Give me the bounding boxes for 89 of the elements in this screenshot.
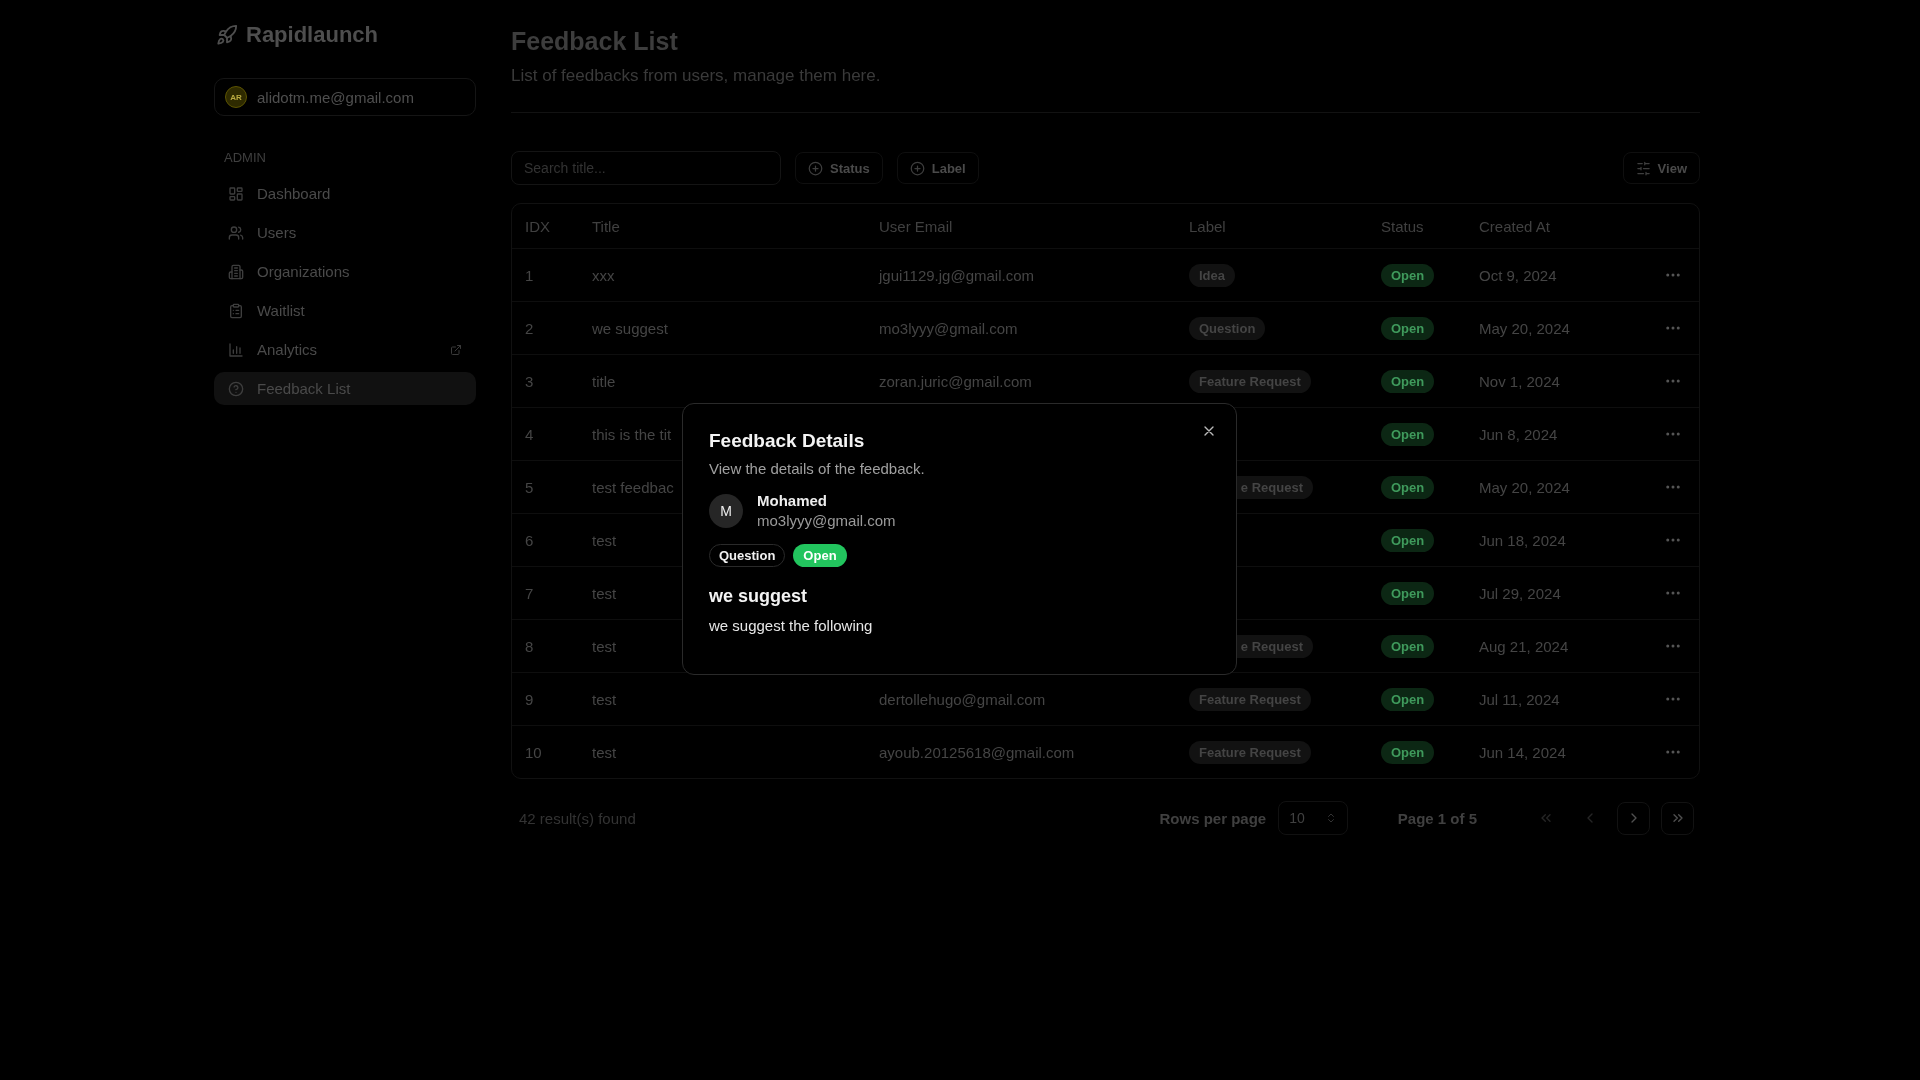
status-badge: Open — [1381, 369, 1435, 393]
table-cell-text: Jun 14, 2024 — [1478, 743, 1567, 761]
table-cell: xxx — [592, 266, 615, 284]
table-cell: jgui1129.jg@gmail.com — [879, 266, 1035, 284]
table-cell-text: 7 — [524, 584, 535, 602]
dialog-title: Feedback Details — [709, 430, 866, 452]
nav-item[interactable]: Organizations — [214, 255, 476, 288]
table-cell-text: Aug 21, 2024 — [1478, 637, 1570, 655]
sliders-icon — [1635, 160, 1651, 176]
status-badge: Open — [1381, 422, 1435, 446]
filter-button[interactable]: Label — [896, 152, 979, 184]
status-badge: Open — [1381, 740, 1435, 764]
table-cell-text: Jul 11, 2024 — [1478, 690, 1561, 708]
table-cell: title — [592, 372, 616, 390]
nav-item[interactable]: Users — [214, 216, 476, 249]
table-cell-text: 3 — [524, 372, 535, 390]
table-cell: test feedbac — [592, 478, 674, 496]
page-subtitle: List of feedbacks from users, manage them here. — [511, 66, 882, 86]
status-badge: Open — [793, 544, 847, 567]
table-cell: test — [592, 637, 617, 655]
last-page-button[interactable] — [1661, 801, 1694, 835]
dialog-description: View the details of the feedback. — [709, 460, 926, 477]
status-badge: Open — [1381, 528, 1435, 552]
table-cell-text: May 20, 2024 — [1478, 319, 1571, 337]
table-cell: zoran.juric@gmail.com — [879, 372, 1032, 390]
section-label: ADMIN — [223, 150, 267, 165]
nav-item[interactable]: Analytics — [214, 333, 476, 366]
column-header[interactable]: Title — [579, 217, 866, 235]
table-cell: mo3lyyy@gmail.com — [879, 319, 1018, 337]
table-cell-text: 2 — [524, 319, 535, 337]
column-header[interactable]: IDX — [512, 217, 579, 235]
table-cell: test — [592, 743, 617, 761]
column-header[interactable]: Label — [1176, 217, 1368, 235]
building-icon — [228, 263, 244, 280]
account-email: alidotm.me@gmail.com — [257, 88, 414, 106]
table-cell-text: 1 — [524, 266, 535, 284]
table-cell: this is the tit — [592, 425, 672, 443]
users-icon — [228, 224, 244, 241]
table-cell-text: 10 — [524, 743, 543, 761]
rows-per-page-label: Rows per page — [1159, 809, 1267, 827]
table-cell-text: 5 — [524, 478, 535, 496]
column-header[interactable]: User Email — [866, 217, 1176, 235]
user-email: mo3lyyy@gmail.com — [757, 512, 896, 529]
plus-circle-icon — [909, 160, 925, 176]
table-cell-text: 6 — [524, 531, 535, 549]
status-badge: Open — [1381, 475, 1435, 499]
table-cell: ayoub.20125618@gmail.com — [879, 743, 1075, 761]
bar-chart-icon — [228, 341, 244, 358]
page-title: Feedback List — [511, 27, 679, 56]
avatar: AR — [225, 86, 247, 108]
status-badge: Open — [1381, 263, 1435, 287]
table-cell-text: 8 — [524, 637, 535, 655]
help-icon — [228, 380, 244, 397]
nav-item[interactable]: Dashboard — [214, 177, 476, 210]
table-cell: test — [592, 531, 617, 549]
filter-button[interactable]: Status — [795, 152, 883, 184]
status-badge: Open — [1381, 581, 1435, 605]
table-cell-text: Jun 8, 2024 — [1478, 425, 1559, 443]
status-badge: Open — [1381, 316, 1435, 340]
table-cell-text: Oct 9, 2024 — [1478, 266, 1558, 284]
table-cell-text: 4 — [524, 425, 535, 443]
table-cell: test — [592, 584, 617, 602]
plus-circle-icon — [808, 160, 823, 176]
user-name: Mohamed — [757, 492, 828, 509]
status-badge: Open — [1381, 634, 1435, 658]
rocket-icon — [216, 24, 238, 46]
column-header[interactable]: Created At — [1466, 217, 1646, 235]
table-cell-text: May 20, 2024 — [1478, 478, 1571, 496]
brand-name: Rapidlaunch — [246, 22, 378, 48]
dashboard-grid-icon — [228, 185, 244, 202]
table-cell: test — [592, 690, 617, 708]
clipboard-icon — [228, 302, 244, 319]
feedback-title: we suggest — [709, 586, 809, 607]
table-cell-text: Jul 29, 2024 — [1478, 584, 1562, 602]
nav-item[interactable]: Feedback List — [214, 372, 476, 405]
nav-item[interactable]: Waitlist — [214, 294, 476, 327]
status-badge: Open — [1381, 687, 1435, 711]
table-cell-text: Jun 18, 2024 — [1478, 531, 1567, 549]
table-cell-text: 9 — [524, 690, 535, 708]
table-cell-text: Nov 1, 2024 — [1478, 372, 1561, 390]
account-switcher[interactable]: AR alidotm.me@gmail.com — [214, 78, 476, 116]
table-cell: dertollehugo@gmail.com — [879, 690, 1046, 708]
rows-per-page-select[interactable]: 10 — [1278, 801, 1348, 835]
feedback-text: we suggest the following — [709, 617, 874, 634]
table-cell: we suggest — [592, 319, 668, 337]
column-header[interactable]: Status — [1368, 217, 1466, 235]
page-indicator: Page 1 of 5 — [1397, 809, 1477, 827]
view-button[interactable]: View — [1622, 152, 1700, 184]
avatar: M — [709, 493, 743, 528]
